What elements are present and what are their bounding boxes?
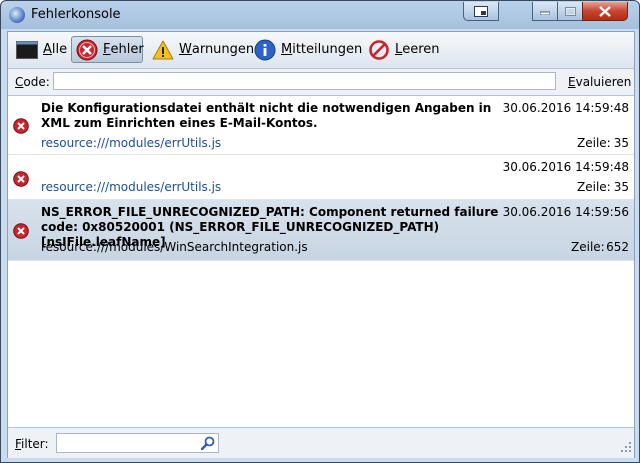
errors-button-key: F [103, 42, 111, 57]
entry-line-label: Zeile: [577, 180, 611, 194]
messages-button[interactable]: Mitteilungen [250, 36, 366, 63]
clear-button-label: eeren [402, 42, 440, 57]
code-label: Code: [15, 75, 50, 89]
error-icon [76, 39, 98, 61]
evaluate-key: E [568, 75, 576, 89]
errors-button-label: ehler [110, 42, 144, 57]
entry-line-number: 652 [606, 240, 629, 254]
clear-button[interactable]: Leeren [364, 36, 444, 63]
error-icon [13, 171, 29, 190]
code-label-rest: ode: [23, 75, 50, 89]
entry-source-link[interactable]: resource:///modules/errUtils.js [41, 136, 221, 150]
list-item[interactable]: Die Konfigurationsdatei enthält nicht di… [8, 96, 634, 155]
evaluate-button[interactable]: Evaluieren [568, 75, 631, 89]
all-button[interactable]: Alle [12, 36, 71, 63]
list-item-selected[interactable]: NS_ERROR_FILE_UNRECOGNIZED_PATH: Compone… [8, 200, 634, 261]
minimize-button[interactable] [532, 2, 558, 21]
filter-input[interactable] [56, 433, 219, 453]
entry-line-number: 35 [613, 180, 629, 194]
maximize-button[interactable] [557, 2, 583, 21]
entry-message: Die Konfigurationsdatei enthält nicht di… [41, 101, 492, 130]
minimize-icon [540, 11, 550, 15]
maximize-icon [564, 6, 576, 16]
error-console-window: Fehlerkonsole Alle Fehler W arnungen M i… [0, 0, 640, 463]
clear-icon [368, 39, 390, 61]
resize-grip-icon[interactable] [620, 441, 632, 456]
filter-bar: Filter: [8, 427, 634, 458]
messages-button-label: itteilungen [292, 42, 363, 57]
error-icon [13, 223, 29, 242]
code-bar: Code: Evaluieren [8, 69, 634, 96]
window-menu-icon [474, 5, 488, 17]
warnings-button-label: arnungen [191, 42, 255, 57]
entry-timestamp: 30.06.2016 14:59:48 [502, 160, 629, 174]
entry-source-link[interactable]: resource:///modules/errUtils.js [41, 180, 221, 194]
entry-line-label: Zeile: [571, 240, 605, 254]
messages-button-key: M [281, 42, 293, 57]
console-frame: Alle Fehler Warnungen Mitteilungen L eer… [7, 31, 635, 458]
thunderbird-app-icon [9, 7, 25, 23]
window-title: Fehlerkonsole [31, 7, 121, 22]
errors-button[interactable]: Fehler [71, 36, 144, 63]
all-button-label: lle [51, 42, 68, 57]
console-icon [16, 40, 38, 59]
code-input[interactable] [53, 72, 556, 90]
warnings-button-key: W [179, 42, 192, 57]
clear-button-key: L [395, 42, 403, 57]
warning-icon [152, 40, 174, 60]
entry-line-label: Zeile: [577, 136, 611, 150]
close-icon [599, 5, 611, 17]
info-icon [254, 39, 276, 61]
close-button[interactable] [582, 2, 628, 21]
filter-label-rest: ilter: [21, 437, 49, 451]
entry-source-link[interactable]: resource:///modules/WinSearchIntegration… [41, 240, 308, 254]
title-bar[interactable]: Fehlerkonsole [1, 1, 639, 29]
entry-timestamp: 30.06.2016 14:59:56 [502, 205, 629, 219]
system-menu-button[interactable] [463, 2, 499, 21]
warnings-button[interactable]: Warnungen [148, 36, 258, 63]
error-icon [13, 118, 29, 137]
search-icon[interactable] [200, 436, 215, 453]
entry-timestamp: 30.06.2016 14:59:48 [502, 101, 629, 115]
message-list[interactable]: Die Konfigurationsdatei enthält nicht di… [8, 96, 634, 426]
all-button-key: A [43, 42, 52, 57]
filter-toolbar: Alle Fehler Warnungen Mitteilungen L eer… [8, 32, 634, 69]
evaluate-label: valuieren [575, 75, 632, 89]
list-item[interactable]: 30.06.2016 14:59:48 resource:///modules/… [8, 155, 634, 200]
entry-line-number: 35 [613, 136, 629, 150]
filter-label: Filter: [15, 437, 49, 451]
